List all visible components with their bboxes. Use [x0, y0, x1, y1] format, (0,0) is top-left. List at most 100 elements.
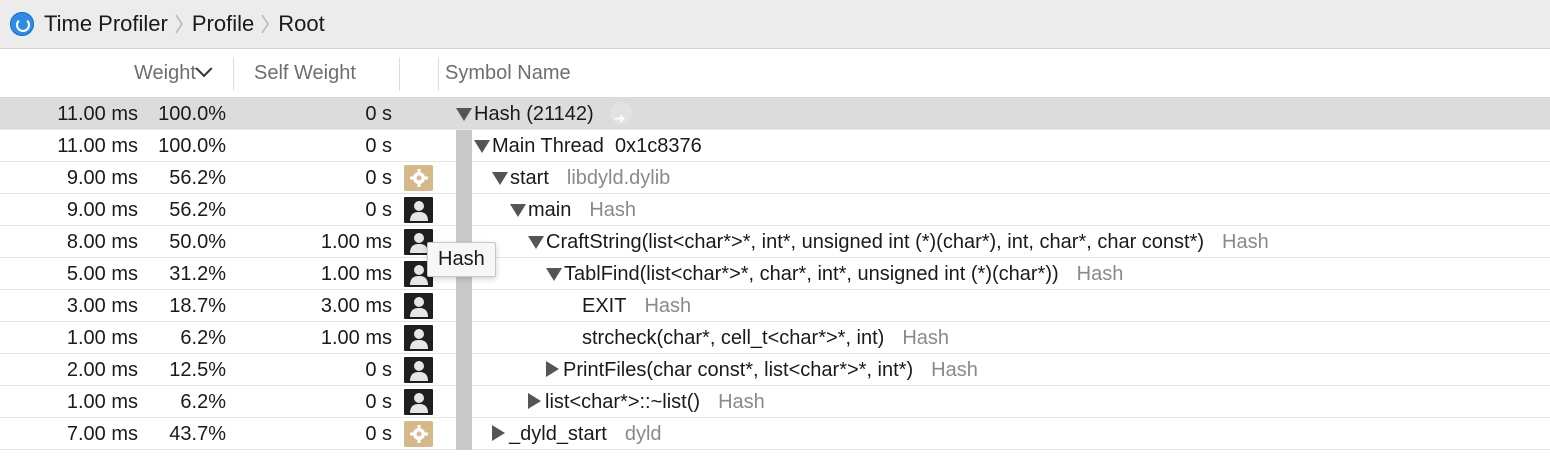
user-icon: [404, 293, 433, 319]
self-weight-header-label: Self Weight: [254, 61, 356, 84]
weight-percent-cell: 6.2%: [180, 391, 226, 413]
disclosure-collapsed-icon[interactable]: [546, 361, 559, 377]
self-weight-cell: 0 s: [365, 167, 392, 189]
outline-indent-bar: [456, 130, 472, 162]
user-icon: [404, 197, 433, 223]
self-weight-cell: 0 s: [365, 199, 392, 221]
symbol-name: _dyld_start: [509, 423, 607, 445]
symbol-name: PrintFiles(char const*, list<char*>*, in…: [563, 359, 914, 381]
sort-descending-icon: [195, 60, 213, 78]
table-row[interactable]: 7.00 ms 43.7% 0 s _dyld_start dyld: [0, 418, 1550, 450]
column-divider[interactable]: [438, 57, 439, 91]
weight-percent-cell: 56.2%: [169, 167, 226, 189]
self-weight-column-header[interactable]: Self Weight: [254, 49, 356, 97]
table-row[interactable]: 9.00 ms 56.2% 0 s start libdyld.dylib: [0, 162, 1550, 194]
outline-indent-bar: [456, 354, 472, 386]
weight-ms-cell: 1.00 ms: [66, 391, 138, 413]
symbol-name: EXIT: [582, 295, 627, 317]
table-row[interactable]: 1.00 ms 6.2% 1.00 ms strcheck(char*, cell_t…: [0, 322, 1550, 354]
breadcrumb-item-root[interactable]: Root: [278, 11, 324, 37]
symbol-cell: strcheck(char*, cell_t<char*>*, int) Hash: [564, 322, 949, 354]
symbol-cell: main Hash: [510, 194, 636, 226]
library-name: Hash: [902, 327, 950, 349]
symbol-name: Main Thread 0x1c8376: [492, 135, 702, 157]
breadcrumb: Time Profiler Profile Root: [0, 0, 1550, 49]
self-weight-cell: 1.00 ms: [320, 327, 392, 349]
breadcrumb-item-profile[interactable]: Profile: [192, 11, 254, 37]
tooltip-text: Hash: [438, 248, 485, 270]
table-row[interactable]: 11.00 ms 100.0% 0 s Hash (21142): [0, 98, 1550, 134]
outline-indent-bar: [456, 162, 472, 194]
table-row[interactable]: 11.00 ms 100.0% 0 s Main Thread 0x1c8376: [0, 130, 1550, 162]
weight-ms-cell: 7.00 ms: [66, 423, 138, 445]
disclosure-collapsed-icon[interactable]: [528, 393, 541, 409]
disclosure-expanded-icon[interactable]: [492, 172, 508, 185]
column-divider[interactable]: [399, 57, 400, 91]
disclosure-expanded-icon[interactable]: [528, 236, 544, 249]
gear-icon: [404, 165, 433, 191]
self-weight-cell: 1.00 ms: [320, 231, 392, 253]
table-row[interactable]: 9.00 ms 56.2% 0 s main Hash: [0, 194, 1550, 226]
time-profiler-icon: [10, 12, 34, 36]
weight-ms-cell: 11.00 ms: [57, 103, 138, 125]
weight-percent-cell: 6.2%: [180, 327, 226, 349]
user-icon: [404, 357, 433, 383]
self-weight-cell: 0 s: [365, 103, 392, 125]
chevron-right-icon: [260, 13, 270, 35]
weight-ms-cell: 11.00 ms: [57, 135, 138, 157]
weight-ms-cell: 2.00 ms: [66, 359, 138, 381]
weight-header-label: Weight: [134, 61, 196, 84]
table-header: Weight Self Weight Symbol Name: [0, 49, 1550, 98]
symbol-cell: Hash (21142): [456, 98, 632, 134]
weight-ms-cell: 8.00 ms: [66, 231, 138, 253]
weight-percent-cell: 56.2%: [169, 199, 226, 221]
user-icon: [404, 389, 433, 415]
symbol-cell: PrintFiles(char const*, list<char*>*, in…: [546, 354, 978, 386]
library-name: Hash: [1222, 231, 1269, 253]
disclosure-expanded-icon[interactable]: [510, 204, 526, 217]
gear-icon: [404, 421, 433, 447]
disclosure-expanded-icon[interactable]: [474, 140, 490, 153]
weight-ms-cell: 1.00 ms: [66, 327, 138, 349]
library-name: Hash: [718, 391, 765, 413]
table-row[interactable]: 5.00 ms 31.2% 1.00 ms TablFind(list<char*>*…: [0, 258, 1550, 290]
weight-percent-cell: 31.2%: [169, 263, 226, 285]
outline-indent-bar: [456, 386, 472, 418]
weight-percent-cell: 12.5%: [169, 359, 226, 381]
weight-percent-cell: 100.0%: [158, 103, 226, 125]
symbol-name: TablFind(list<char*>*, char*, int*, unsi…: [564, 263, 1059, 285]
outline-indent-bar: [456, 322, 472, 354]
column-divider[interactable]: [233, 57, 234, 91]
weight-percent-cell: 18.7%: [169, 295, 226, 317]
disclosure-collapsed-icon[interactable]: [492, 425, 505, 441]
library-name: libdyld.dylib: [566, 167, 671, 189]
symbol-name: CraftString(list<char*>*, int*, unsigned…: [546, 231, 1205, 253]
disclosure-expanded-icon[interactable]: [546, 268, 562, 281]
symbol-name: Hash (21142): [474, 103, 594, 125]
symbol-name: list<char*>::~list(): [545, 391, 701, 413]
weight-percent-cell: 100.0%: [158, 135, 226, 157]
table-row[interactable]: 3.00 ms 18.7% 3.00 ms EXIT Hash: [0, 290, 1550, 322]
weight-ms-cell: 9.00 ms: [66, 199, 138, 221]
disclosure-expanded-icon[interactable]: [456, 108, 472, 121]
library-name: Hash: [1076, 263, 1124, 285]
table-row[interactable]: 8.00 ms 50.0% 1.00 ms CraftString(list<char…: [0, 226, 1550, 258]
breadcrumb-item-time-profiler[interactable]: Time Profiler: [44, 11, 168, 37]
weight-column-header[interactable]: Weight: [134, 49, 213, 97]
symbol-name: main: [528, 199, 572, 221]
self-weight-cell: 1.00 ms: [320, 263, 392, 285]
symbol-cell: list<char*>::~list() Hash: [528, 386, 765, 418]
table-row[interactable]: 2.00 ms 12.5% 0 s PrintFiles(char const*, l…: [0, 354, 1550, 386]
symbol-cell: Main Thread 0x1c8376: [474, 130, 702, 162]
symbol-cell: _dyld_start dyld: [492, 418, 662, 450]
self-weight-cell: 3.00 ms: [320, 295, 392, 317]
symbol-cell: CraftString(list<char*>*, int*, unsigned…: [528, 226, 1269, 258]
focus-arrow-icon[interactable]: [609, 102, 632, 134]
table-row[interactable]: 1.00 ms 6.2% 0 s list<char*>::~list() Hash: [0, 386, 1550, 418]
library-name: Hash: [589, 199, 637, 221]
outline-indent-bar: [456, 418, 472, 450]
weight-percent-cell: 43.7%: [169, 423, 226, 445]
outline-indent-bar: [456, 194, 472, 226]
symbol-cell: TablFind(list<char*>*, char*, int*, unsi…: [546, 258, 1123, 290]
symbol-name-column-header[interactable]: Symbol Name: [445, 49, 571, 97]
